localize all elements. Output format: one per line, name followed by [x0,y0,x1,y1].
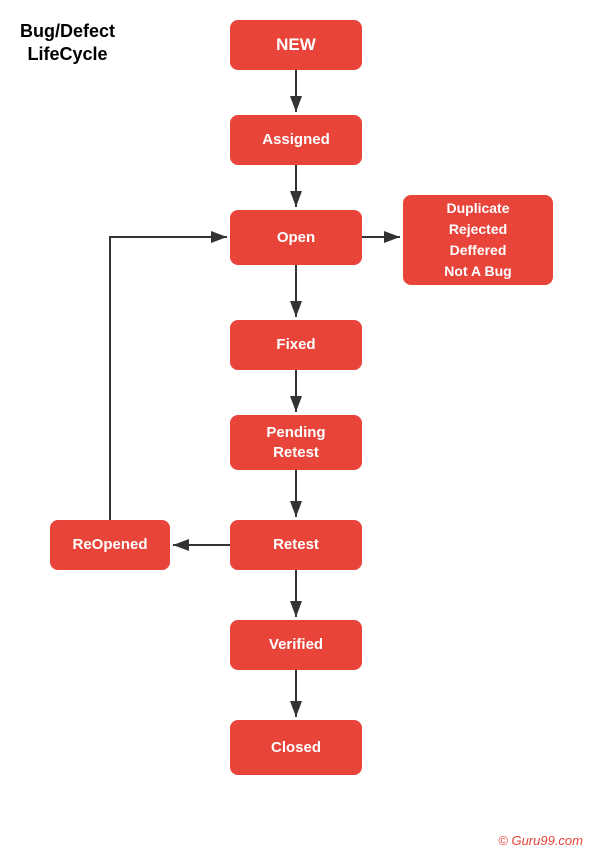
diagram-container: Bug/Defect LifeCycle NEW [0,0,603,864]
node-retest: Retest [230,520,362,570]
node-fixed: Fixed [230,320,362,370]
diagram-title: Bug/Defect LifeCycle [20,20,115,67]
node-assigned: Assigned [230,115,362,165]
node-duplicate: Duplicate Rejected Deffered Not A Bug [403,195,553,285]
node-verified: Verified [230,620,362,670]
node-new: NEW [230,20,362,70]
node-reopened: ReOpened [50,520,170,570]
node-closed: Closed [230,720,362,775]
copyright-text: © Guru99.com [498,833,583,848]
node-open: Open [230,210,362,265]
node-pending-retest: Pending Retest [230,415,362,470]
